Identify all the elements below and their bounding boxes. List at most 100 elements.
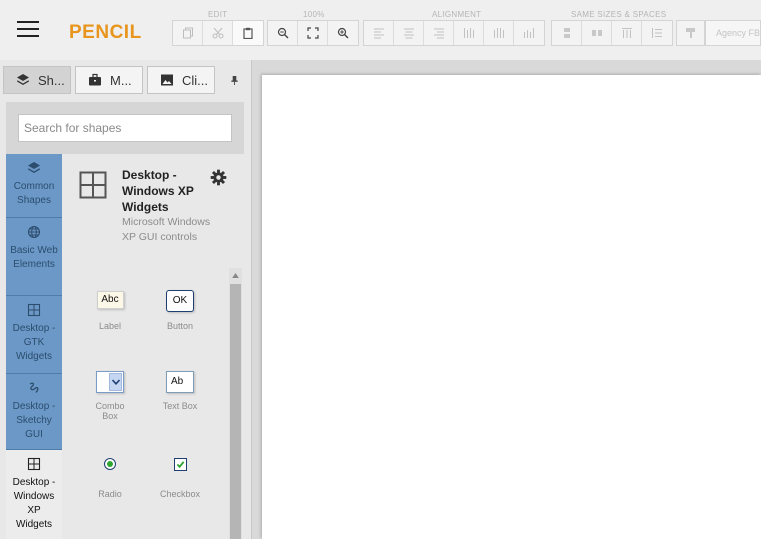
chevron-down-icon — [109, 373, 122, 391]
category-common-shapes[interactable]: Common Shapes — [6, 154, 62, 218]
gear-icon[interactable] — [210, 169, 227, 186]
same-height-icon — [591, 30, 602, 36]
category-label: Common Shapes — [13, 181, 55, 206]
category-label: Desktop - GTK Widgets — [12, 323, 56, 362]
layers-icon — [28, 162, 40, 173]
format-painter-group — [676, 20, 705, 46]
same-v-spacing-button[interactable] — [642, 21, 672, 45]
shape-name: Label — [98, 321, 122, 331]
shape-name: Checkbox — [159, 489, 201, 499]
grid-icon — [27, 303, 41, 317]
pin-panel-button[interactable] — [224, 69, 244, 91]
grid-icon — [27, 457, 41, 471]
distribute-left-icon — [463, 28, 474, 38]
paste-button[interactable] — [233, 21, 263, 45]
cut-icon — [212, 27, 223, 39]
category-desktop-windows-xp-widgets[interactable]: Desktop - Windows XP Widgets — [6, 450, 62, 539]
category-label: Basic Web Elements — [10, 245, 58, 270]
tab-my-collections[interactable]: M... — [75, 66, 143, 94]
radio-preview — [104, 458, 116, 470]
scroll-thumb[interactable] — [230, 284, 241, 539]
edit-group — [172, 20, 264, 46]
drawing-page[interactable] — [262, 75, 761, 539]
category-label: Desktop - Windows XP Widgets — [12, 477, 56, 530]
same-sizes-group-label: SAME SIZES & SPACES — [571, 10, 667, 19]
label-preview: Abc — [96, 291, 124, 309]
same-width-icon — [563, 28, 570, 38]
align-center-icon — [403, 28, 414, 39]
zoom-group — [267, 20, 359, 46]
shape-checkbox[interactable]: Checkbox — [147, 450, 213, 499]
format-painter-icon — [685, 28, 695, 38]
distribute-center-button[interactable] — [484, 21, 514, 45]
main-menu-icon[interactable] — [17, 21, 39, 37]
shape-combo-box[interactable]: Combo Box — [77, 362, 143, 421]
collection-grid-icon — [79, 171, 107, 199]
checkbox-preview — [173, 458, 187, 471]
layers-icon — [17, 74, 29, 85]
shape-name: Text Box — [162, 401, 198, 411]
same-height-button[interactable] — [582, 21, 612, 45]
tab-my-collections-label: M... — [110, 72, 132, 88]
image-icon — [161, 74, 173, 86]
format-painter-button[interactable] — [677, 21, 704, 45]
shape-radio[interactable]: Radio — [77, 450, 143, 499]
same-v-spacing-icon — [652, 28, 662, 38]
category-basic-web-elements[interactable]: Basic Web Elements — [6, 218, 62, 296]
shape-name: Button — [166, 321, 194, 331]
font-family-select[interactable]: Agency FB — [705, 20, 761, 46]
collection-description: Microsoft Windows XP GUI controls — [122, 216, 211, 243]
paste-icon — [243, 27, 253, 39]
shapes-scrollbar[interactable] — [229, 268, 242, 539]
cut-button[interactable] — [203, 21, 233, 45]
distribute-right-icon — [524, 28, 534, 38]
same-width-button[interactable] — [552, 21, 582, 45]
app-title: PENCIL — [69, 22, 142, 43]
copy-icon — [182, 27, 193, 39]
zoom-out-button[interactable] — [268, 21, 298, 45]
combo-box-preview — [96, 371, 124, 393]
shape-name: Radio — [98, 489, 122, 499]
distribute-left-button[interactable] — [454, 21, 484, 45]
category-label: Desktop - Sketchy GUI — [12, 401, 56, 440]
distribute-right-button[interactable] — [514, 21, 544, 45]
scroll-up-arrow-icon[interactable] — [229, 268, 242, 282]
category-desktop-gtk-widgets[interactable]: Desktop - GTK Widgets — [6, 296, 62, 374]
collection-title: Desktop - Windows XP Widgets — [122, 168, 194, 214]
align-right-button[interactable] — [424, 21, 454, 45]
shape-label[interactable]: Abc Label — [77, 284, 143, 331]
search-input[interactable] — [18, 114, 232, 142]
tab-shapes-label: Sh... — [38, 72, 65, 88]
pin-icon — [230, 75, 238, 85]
align-center-button[interactable] — [394, 21, 424, 45]
top-toolbar: PENCIL EDIT 100% ALIGNMENT SAME SIZES & … — [0, 0, 761, 60]
tab-clipart-label: Cli... — [182, 72, 208, 88]
briefcase-icon — [89, 73, 101, 86]
tab-clipart[interactable]: Cli... — [147, 66, 215, 94]
same-h-spacing-icon — [621, 28, 632, 38]
shape-text-box[interactable]: Ab Text Box — [147, 362, 213, 411]
zoom-level-label: 100% — [303, 10, 325, 19]
edit-group-label: EDIT — [208, 10, 228, 19]
button-preview: OK — [166, 290, 194, 312]
shape-name: Combo Box — [95, 401, 125, 421]
text-box-preview: Ab — [166, 371, 194, 393]
copy-button[interactable] — [173, 21, 203, 45]
align-left-button[interactable] — [364, 21, 394, 45]
zoom-in-button[interactable] — [328, 21, 358, 45]
alignment-group-label: ALIGNMENT — [432, 10, 482, 19]
fit-screen-button[interactable] — [298, 21, 328, 45]
globe-icon — [27, 225, 41, 239]
align-left-icon — [373, 28, 384, 39]
checkmark-icon — [176, 461, 184, 469]
same-h-spacing-button[interactable] — [612, 21, 642, 45]
zoom-out-icon — [277, 27, 288, 39]
category-desktop-sketchy-gui[interactable]: Desktop - Sketchy GUI — [6, 374, 62, 450]
shape-button[interactable]: OK Button — [147, 284, 213, 331]
distribute-center-icon — [493, 28, 504, 38]
tab-shapes[interactable]: Sh... — [3, 66, 71, 94]
fit-screen-icon — [306, 27, 319, 39]
alignment-group — [363, 20, 545, 46]
same-sizes-group — [551, 20, 673, 46]
align-right-icon — [433, 28, 444, 39]
